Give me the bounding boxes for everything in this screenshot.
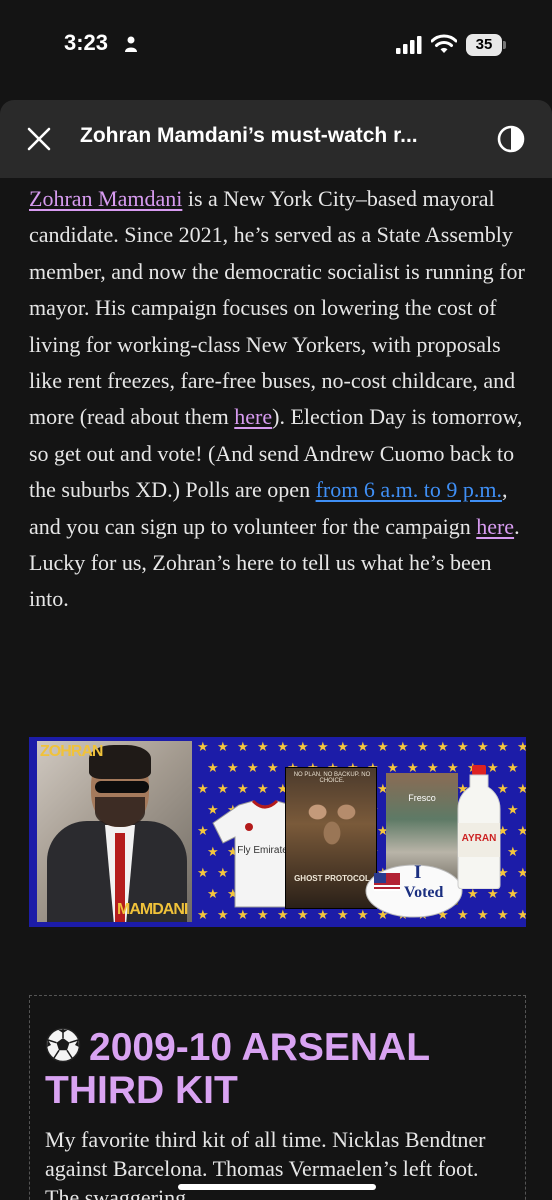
star-glyph: ★ bbox=[257, 740, 269, 755]
card-heading-text: 2009-10 ARSENAL THIRD KIT bbox=[45, 1026, 430, 1112]
poster-tagline: NO PLAN. NO BACKUP. NO CHOICE. bbox=[293, 772, 371, 784]
portrait-photo: ZOHRAN MAMDANI bbox=[37, 741, 192, 922]
star-glyph: ★ bbox=[517, 866, 526, 881]
soccer-ball-icon bbox=[45, 1027, 81, 1063]
policies-here-link[interactable]: here bbox=[234, 404, 272, 429]
star-glyph: ★ bbox=[517, 740, 526, 755]
star-glyph: ★ bbox=[357, 740, 369, 755]
star-glyph: ★ bbox=[377, 740, 389, 755]
home-indicator[interactable] bbox=[178, 1184, 376, 1190]
star-glyph: ★ bbox=[197, 824, 209, 839]
status-bar: 3:23 35 bbox=[0, 0, 552, 92]
star-glyph: ★ bbox=[507, 803, 519, 818]
star-glyph: ★ bbox=[247, 761, 259, 776]
star-glyph: ★ bbox=[197, 740, 209, 755]
star-glyph: ★ bbox=[197, 908, 209, 923]
star-glyph: ★ bbox=[497, 908, 509, 923]
star-glyph: ★ bbox=[437, 740, 449, 755]
card-heading: 2009-10 ARSENAL THIRD KIT bbox=[45, 1026, 515, 1112]
star-glyph: ★ bbox=[497, 740, 509, 755]
person-icon bbox=[125, 36, 137, 52]
bottle-label: AYRAN bbox=[461, 833, 497, 844]
star-glyph: ★ bbox=[517, 908, 526, 923]
star-glyph: ★ bbox=[317, 740, 329, 755]
article-body: Zohran Mamdani is a New York City–based … bbox=[0, 178, 552, 1200]
star-glyph: ★ bbox=[267, 761, 279, 776]
signal-icon bbox=[396, 36, 422, 54]
star-glyph: ★ bbox=[507, 845, 519, 860]
star-glyph: ★ bbox=[337, 740, 349, 755]
paragraph-text: is a New York City–based mayoral candida… bbox=[29, 186, 525, 430]
star-glyph: ★ bbox=[337, 908, 349, 923]
reader-toolbar: Zohran Mamdani’s must-watch r... bbox=[0, 100, 552, 178]
star-glyph: ★ bbox=[297, 740, 309, 755]
page-title: Zohran Mamdani’s must-watch r... bbox=[80, 124, 418, 147]
battery-indicator: 35 bbox=[466, 34, 506, 56]
wifi-icon bbox=[431, 34, 457, 53]
contrast-icon[interactable] bbox=[497, 125, 525, 153]
star-glyph: ★ bbox=[237, 740, 249, 755]
star-glyph: ★ bbox=[397, 740, 409, 755]
star-glyph: ★ bbox=[257, 782, 269, 797]
recommendation-card: 2009-10 ARSENAL THIRD KIT My favorite th… bbox=[29, 995, 526, 1200]
poll-hours-link[interactable]: from 6 a.m. to 9 p.m. bbox=[316, 477, 502, 502]
star-glyph: ★ bbox=[477, 740, 489, 755]
photo-top-label: ZOHRAN bbox=[40, 743, 103, 760]
sticker-line-1: I bbox=[414, 862, 422, 883]
star-glyph: ★ bbox=[517, 782, 526, 797]
star-glyph: ★ bbox=[477, 908, 489, 923]
star-glyph: ★ bbox=[467, 887, 479, 902]
battery-level: 35 bbox=[466, 34, 502, 56]
volunteer-here-link[interactable]: here bbox=[476, 514, 514, 539]
star-glyph: ★ bbox=[217, 740, 229, 755]
collage-banner: ★ ★ ★ ★ ★ ★ ★ ★ ★ ★ ★ ★ ★ ★ ★ ★ ★ ★ ★ ★ ★ ★ ★ ★ ★ ★ ★ ★ ★ ★ ★ ★ ★ ★ ★ ★ ★ ★ ★ ★… bbox=[29, 737, 526, 927]
store-sign: Fresco bbox=[408, 793, 436, 803]
star-glyph: ★ bbox=[197, 782, 209, 797]
star-glyph: ★ bbox=[487, 887, 499, 902]
star-glyph: ★ bbox=[507, 887, 519, 902]
star-glyph: ★ bbox=[507, 761, 519, 776]
star-glyph: ★ bbox=[517, 824, 526, 839]
photo-bottom-label: MAMDANI bbox=[117, 901, 188, 918]
sticker-line-2: Voted bbox=[404, 884, 444, 901]
intro-paragraph: Zohran Mamdani is a New York City–based … bbox=[29, 181, 529, 618]
close-icon[interactable] bbox=[24, 124, 54, 154]
star-glyph: ★ bbox=[417, 740, 429, 755]
star-glyph: ★ bbox=[197, 866, 209, 881]
star-glyph: ★ bbox=[227, 761, 239, 776]
star-glyph: ★ bbox=[207, 761, 219, 776]
status-time: 3:23 bbox=[64, 30, 109, 55]
ayran-bottle-image bbox=[457, 765, 501, 889]
zohran-mamdani-link[interactable]: Zohran Mamdani bbox=[29, 186, 182, 211]
star-glyph: ★ bbox=[277, 740, 289, 755]
star-glyph: ★ bbox=[217, 782, 229, 797]
star-glyph: ★ bbox=[237, 782, 249, 797]
battery-tip bbox=[503, 41, 506, 49]
star-glyph: ★ bbox=[457, 740, 469, 755]
